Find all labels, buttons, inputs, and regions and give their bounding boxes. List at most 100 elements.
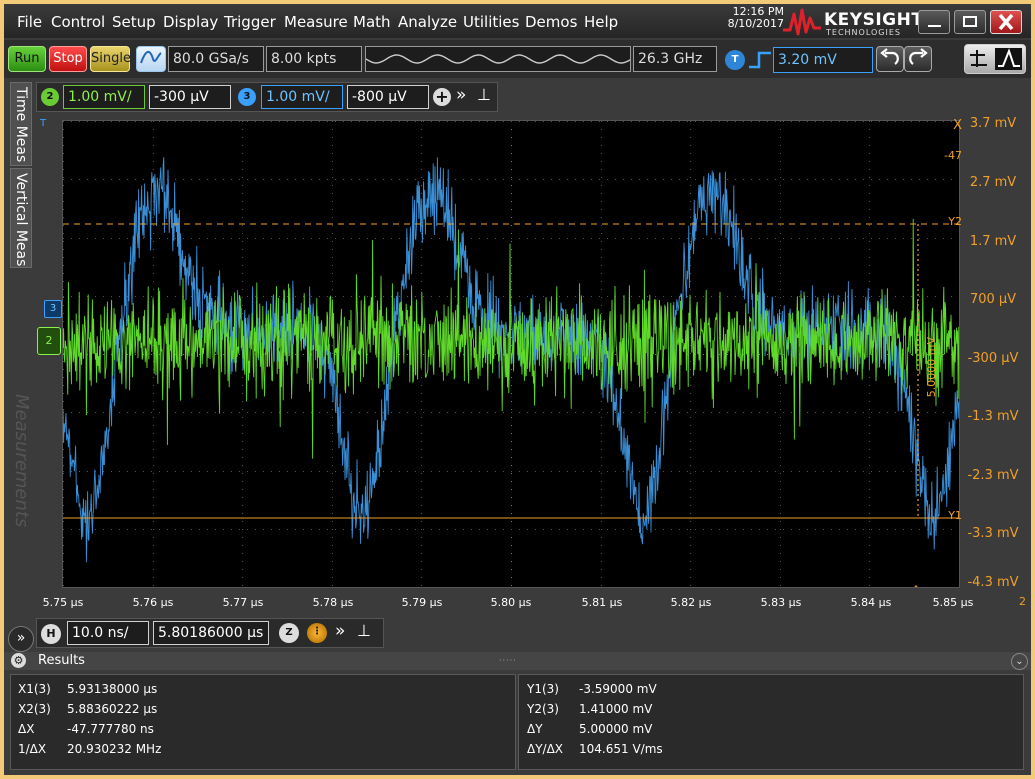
minimize-button[interactable]	[918, 10, 950, 34]
stop-button[interactable]: Stop	[49, 46, 87, 72]
result-label: ΔX	[18, 722, 35, 736]
maximize-icon	[963, 16, 977, 27]
tab-time-meas-label: Time Meas	[13, 87, 29, 163]
results-left-pane: X1(3) 5.93138000 µs X2(3) 5.88360222 µs …	[10, 674, 516, 770]
run-button[interactable]: Run	[8, 46, 46, 72]
autoscale-icon	[140, 51, 162, 64]
trigger-position-marker[interactable]	[911, 585, 921, 591]
result-value: 5.88360222 µs	[67, 702, 158, 716]
results-right-pane: Y1(3) -3.59000 mV Y2(3) 1.41000 mV ΔY 5.…	[518, 674, 1024, 770]
brand-tagline: TECHNOLOGIES	[826, 28, 901, 37]
delta-y-label: 5.0000 mV	[925, 337, 938, 398]
trigger-badge[interactable]: T	[725, 50, 745, 70]
clock-date: 8/10/2017	[727, 17, 784, 30]
menu-utilities[interactable]: Utilities	[463, 13, 519, 31]
x-label-7: 5.82 µs	[670, 596, 712, 609]
bandwidth-field[interactable]: 26.3 GHz	[633, 46, 717, 72]
menu-measure[interactable]: Measure	[284, 13, 348, 31]
horizontal-badge[interactable]: H	[41, 624, 61, 644]
touch-off-icon	[970, 48, 1022, 70]
touch-toggle-button[interactable]	[964, 44, 1026, 74]
result-value: -3.59000 mV	[579, 682, 657, 696]
menu-file[interactable]: File	[17, 13, 42, 31]
y-label-3: 700 µV	[969, 292, 1017, 307]
channel-2-badge[interactable]: 2	[41, 88, 59, 106]
menu-help[interactable]: Help	[584, 13, 618, 31]
tab-vertical-meas[interactable]: Vertical Meas	[10, 168, 32, 268]
cursor-y2-marker[interactable]: Y2	[934, 215, 962, 228]
horizontal-knob-button[interactable]: ⋮	[307, 623, 327, 643]
y-label-8: -4.3 mV	[967, 575, 1019, 590]
x-label-8: 5.83 µs	[760, 596, 802, 609]
expand-chevrons-icon[interactable]: »	[335, 621, 345, 641]
channel-2-scale[interactable]: 1.00 mV/	[63, 85, 145, 109]
horizontal-position-field[interactable]: 5.80186000 µs	[153, 621, 269, 645]
menu-demos[interactable]: Demos	[525, 13, 577, 31]
channel-3-ground-marker[interactable]: 3	[44, 300, 62, 318]
cursor-x-marker[interactable]: X	[934, 118, 962, 133]
menu-trigger[interactable]: Trigger	[224, 13, 276, 31]
x-label-3: 5.78 µs	[312, 596, 354, 609]
undo-button[interactable]	[876, 46, 904, 72]
zoom-button[interactable]: Z	[279, 623, 299, 643]
expand-side-panel-button[interactable]: »	[8, 626, 34, 652]
result-value: -47.777780 ns	[67, 722, 154, 736]
menu-setup[interactable]: Setup	[112, 13, 156, 31]
menu-display[interactable]: Display	[163, 13, 218, 31]
waveform-preview[interactable]	[365, 46, 631, 72]
maximize-button[interactable]	[954, 10, 986, 34]
waveform-canvas	[62, 121, 960, 591]
double-chevron-right-icon: »	[16, 630, 26, 646]
gear-icon[interactable]: ⚙	[11, 653, 26, 668]
result-label: Y1(3)	[527, 682, 559, 696]
x-label-1: 5.76 µs	[132, 596, 174, 609]
channel-3-badge[interactable]: 3	[238, 88, 256, 106]
close-icon	[998, 13, 1014, 31]
cursor-y1-marker[interactable]: Y1	[934, 509, 962, 522]
add-channel-button[interactable]: +	[433, 88, 451, 106]
result-value: 104.651 V/ms	[579, 742, 663, 756]
waveform-display[interactable]: 5.0000 mV	[62, 120, 960, 591]
toolbar: Run Stop Single 80.0 GSa/s 8.00 kpts 26.…	[4, 40, 1031, 78]
y-label-4: -300 µV	[967, 351, 1019, 366]
result-label: ΔY/ΔX	[527, 742, 564, 756]
expand-chevrons-icon[interactable]: »	[456, 85, 466, 105]
redo-button[interactable]	[904, 46, 932, 72]
pin-icon[interactable]: ⊥	[357, 621, 371, 640]
measurements-watermark: Measurements	[11, 394, 32, 528]
y-label-0: 3.7 mV	[969, 116, 1017, 131]
brand-logo: KEYSIGHT TECHNOLOGIES	[782, 8, 923, 38]
menu-analyze[interactable]: Analyze	[398, 13, 457, 31]
sample-rate-field[interactable]: 80.0 GSa/s	[168, 46, 264, 72]
x-label-6: 5.81 µs	[581, 596, 623, 609]
menu-bar: File Control Setup Display Trigger Measu…	[4, 4, 1031, 38]
y-label-5: -1.3 mV	[967, 409, 1019, 424]
zoom-icon: Z	[285, 627, 293, 638]
tab-time-meas[interactable]: Time Meas	[10, 82, 32, 166]
collapse-results-icon[interactable]: ⌄	[1011, 653, 1028, 670]
menu-math[interactable]: Math	[353, 13, 391, 31]
channel-2-ground-marker[interactable]: 2	[37, 327, 61, 355]
channel-3-offset[interactable]: -800 µV	[347, 85, 429, 109]
resize-grip-icon[interactable]: ·····	[499, 656, 517, 665]
sine-wave-icon	[365, 54, 631, 64]
menu-control[interactable]: Control	[51, 13, 105, 31]
axis-suffix: 2	[1019, 595, 1026, 608]
autoscale-button[interactable]	[136, 46, 166, 72]
pin-icon[interactable]: ⊥	[477, 85, 491, 104]
y-label-1: 2.7 mV	[969, 175, 1017, 190]
results-header[interactable]: ⚙ Results ····· ⌄	[4, 652, 1031, 670]
trigger-level-field[interactable]: 3.20 mV	[773, 47, 873, 73]
result-value: 1.41000 mV	[579, 702, 653, 716]
channel-3-scale[interactable]: 1.00 mV/	[261, 85, 343, 109]
close-button[interactable]	[990, 10, 1022, 34]
result-label: X1(3)	[18, 682, 51, 696]
x-label-2: 5.77 µs	[222, 596, 264, 609]
memory-depth-field[interactable]: 8.00 kpts	[266, 46, 362, 72]
trigger-edge-icon	[749, 51, 771, 69]
trigger-level-marker[interactable]: T	[40, 118, 46, 129]
single-button[interactable]: Single	[90, 46, 131, 72]
horizontal-scale-field[interactable]: 10.0 ns/	[67, 621, 149, 645]
channel-2-offset[interactable]: -300 µV	[149, 85, 231, 109]
result-value: 5.00000 mV	[579, 722, 653, 736]
